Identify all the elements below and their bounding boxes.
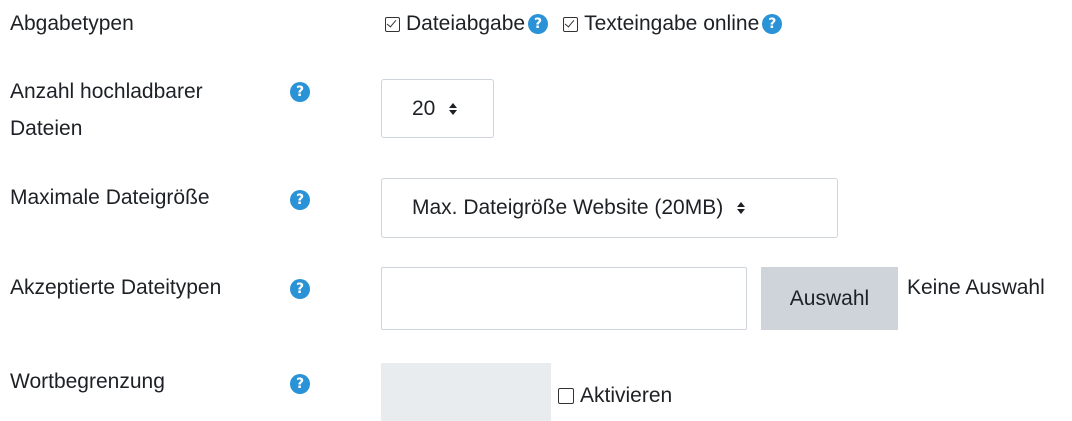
help-icon[interactable]: ?	[290, 82, 310, 102]
abgabetypen-options: Dateiabgabe ? Texteingabe online ?	[385, 5, 783, 43]
checkbox-aktivieren-label[interactable]: Aktivieren	[580, 384, 672, 408]
label-akzeptierte-dateitypen: Akzeptierte Dateitypen	[10, 276, 222, 299]
dateitypen-input[interactable]	[381, 267, 747, 330]
help-icon[interactable]: ?	[762, 14, 783, 34]
checkbox-dateiabgabe-label[interactable]: Dateiabgabe	[406, 12, 525, 36]
dateitypen-status: Keine Auswahl	[907, 276, 1045, 299]
checkbox-texteingabe[interactable]	[563, 16, 579, 32]
max-dateigroesse-select[interactable]: Max. Dateigröße Website (20MB)	[381, 178, 838, 238]
help-icon[interactable]: ?	[528, 14, 549, 34]
help-icon[interactable]: ?	[290, 279, 310, 299]
help-icon[interactable]: ?	[290, 374, 310, 394]
label-max-dateigroesse: Maximale Dateigröße	[10, 186, 210, 209]
wortbegrenzung-aktivieren: Aktivieren	[558, 377, 672, 415]
auswahl-button-label: Auswahl	[789, 286, 870, 310]
auswahl-button[interactable]: Auswahl	[761, 267, 898, 330]
anzahl-dateien-value: 20	[412, 96, 436, 120]
checkbox-texteingabe-label[interactable]: Texteingabe online	[584, 12, 759, 36]
updown-arrows-icon	[737, 202, 746, 214]
updown-arrows-icon	[449, 102, 458, 115]
label-wortbegrenzung: Wortbegrenzung	[10, 370, 165, 393]
anzahl-dateien-select[interactable]: 20	[381, 79, 494, 138]
wortbegrenzung-input	[381, 363, 551, 421]
checkbox-dateiabgabe[interactable]	[385, 16, 400, 32]
label-abgabetypen: Abgabetypen	[10, 12, 134, 35]
label-anzahl-line1: Anzahl hochladbarer	[10, 80, 203, 103]
checkbox-aktivieren[interactable]	[558, 388, 574, 404]
help-icon[interactable]: ?	[290, 190, 310, 210]
label-anzahl-line2: Dateien	[10, 117, 83, 140]
max-dateigroesse-value: Max. Dateigröße Website (20MB)	[412, 196, 724, 219]
